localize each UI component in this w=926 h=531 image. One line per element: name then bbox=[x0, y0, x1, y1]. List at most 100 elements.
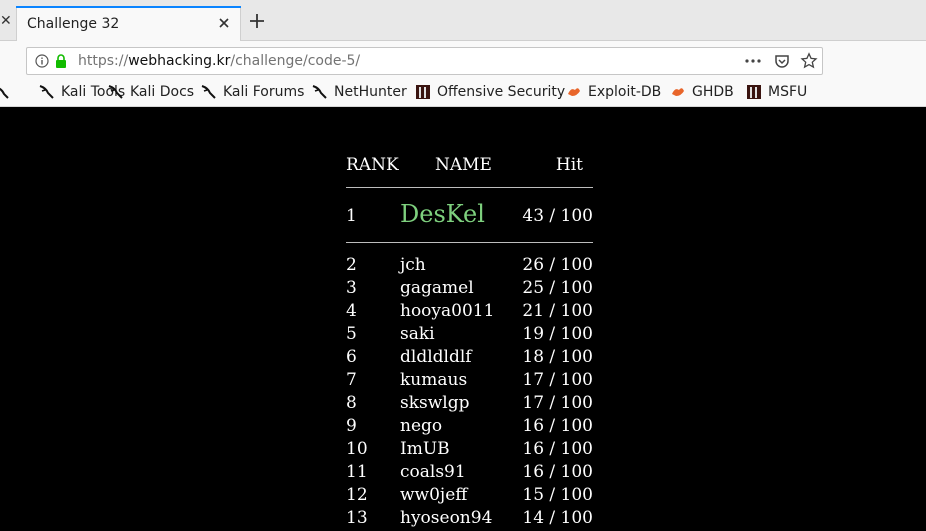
bookmark-partial[interactable] bbox=[0, 83, 16, 101]
name-cell: dldldldlf bbox=[400, 347, 472, 367]
rank-cell: 9 bbox=[346, 416, 357, 436]
bookmark-msfu[interactable]: MSFU bbox=[746, 83, 807, 101]
table-row[interactable]: 8 skswlgp 17 / 100 bbox=[0, 393, 926, 416]
hit-cell: 17 / 100 bbox=[522, 370, 593, 390]
tab-bar: ✕ Challenge 32 bbox=[0, 0, 926, 41]
hit-cell: 15 / 100 bbox=[522, 485, 593, 505]
name-cell: jch bbox=[400, 255, 426, 275]
hit-cell: 17 / 100 bbox=[522, 393, 593, 413]
bookmark-exploit-db[interactable]: Exploit-DB bbox=[566, 83, 661, 101]
exploitdb-icon bbox=[672, 88, 684, 96]
tab-active[interactable]: Challenge 32 bbox=[16, 6, 241, 41]
new-tab-plus-icon[interactable] bbox=[248, 12, 266, 30]
rank-cell: 1 bbox=[346, 206, 357, 226]
url-bar[interactable]: https://webhacking.kr/challenge/code-5/ bbox=[26, 47, 823, 75]
kali-dragon-icon bbox=[0, 87, 9, 99]
close-tab-icon[interactable] bbox=[216, 15, 232, 31]
header-divider bbox=[346, 187, 593, 188]
table-row[interactable]: 6 dldldldlf 18 / 100 bbox=[0, 347, 926, 370]
offsec-icon bbox=[416, 85, 430, 99]
table-row-top[interactable]: 1 DesKel 43 / 100 bbox=[0, 200, 926, 229]
rank-cell: 8 bbox=[346, 393, 357, 413]
kali-dragon-icon bbox=[108, 85, 123, 99]
bookmark-label: GHDB bbox=[692, 84, 734, 100]
hit-cell: 18 / 100 bbox=[522, 347, 593, 367]
hit-cell: 43 / 100 bbox=[522, 206, 593, 226]
rank-cell: 13 bbox=[346, 508, 368, 528]
hit-cell: 25 / 100 bbox=[522, 278, 593, 298]
tab-title: Challenge 32 bbox=[27, 16, 120, 32]
bookmark-kali-forums[interactable]: Kali Forums bbox=[201, 83, 304, 101]
hit-cell: 19 / 100 bbox=[522, 324, 593, 344]
table-row[interactable]: 9 nego 16 / 100 bbox=[0, 416, 926, 439]
rank-cell: 6 bbox=[346, 347, 357, 367]
rank-cell: 7 bbox=[346, 370, 357, 390]
header-name: NAME bbox=[435, 155, 492, 175]
bookmark-label: Kali Docs bbox=[130, 84, 195, 100]
bookmark-ghdb[interactable]: GHDB bbox=[670, 83, 734, 101]
hit-cell: 16 / 100 bbox=[522, 439, 593, 459]
secure-lock-icon[interactable] bbox=[55, 54, 67, 68]
table-row[interactable]: 3 gagamel 25 / 100 bbox=[0, 278, 926, 301]
bookmark-label: Kali Forums bbox=[223, 84, 305, 100]
page-actions-more-icon[interactable] bbox=[743, 54, 763, 68]
navigation-bar: https://webhacking.kr/challenge/code-5/ bbox=[0, 41, 926, 79]
hit-cell: 14 / 100 bbox=[522, 508, 593, 528]
table-row[interactable]: 4 hooya0011 21 / 100 bbox=[0, 301, 926, 324]
rank-cell: 11 bbox=[346, 462, 368, 482]
table-row[interactable]: 2 jch 26 / 100 bbox=[0, 255, 926, 278]
rank-cell: 2 bbox=[346, 255, 357, 275]
table-row[interactable]: 10 ImUB 16 / 100 bbox=[0, 439, 926, 462]
rank-cell: 4 bbox=[346, 301, 357, 321]
kali-dragon-icon bbox=[39, 85, 54, 99]
name-cell: nego bbox=[400, 416, 443, 436]
name-cell: gagamel bbox=[400, 278, 474, 298]
table-row[interactable]: 11 coals91 16 / 100 bbox=[0, 462, 926, 485]
bookmark-label: Offensive Security bbox=[437, 84, 566, 100]
bookmark-kali-docs[interactable]: Kali Docs bbox=[108, 83, 194, 101]
rank-cell: 12 bbox=[346, 485, 368, 505]
name-cell: hyoseon94 bbox=[400, 508, 493, 528]
name-cell: coals91 bbox=[400, 462, 466, 482]
page-content: RANK NAME Hit 1 DesKel 43 / 100 2 jch 26 /… bbox=[0, 107, 926, 528]
url-host: webhacking.kr bbox=[128, 53, 231, 69]
top-divider bbox=[346, 242, 593, 243]
info-icon[interactable] bbox=[35, 54, 49, 68]
name-cell: kumaus bbox=[400, 370, 468, 390]
bookmark-label: Exploit-DB bbox=[588, 84, 662, 100]
name-cell: ImUB bbox=[400, 439, 450, 459]
bookmark-label: MSFU bbox=[768, 84, 808, 100]
bookmark-label: NetHunter bbox=[334, 84, 407, 100]
table-row[interactable]: 13 hyoseon94 14 / 100 bbox=[0, 508, 926, 531]
bookmark-offensive-security[interactable]: Offensive Security bbox=[415, 83, 565, 101]
kali-dragon-icon bbox=[312, 85, 327, 99]
hit-cell: 21 / 100 bbox=[522, 301, 593, 321]
header-hit: Hit bbox=[555, 155, 583, 175]
name-cell: hooya0011 bbox=[400, 301, 495, 321]
bookmark-nethunter[interactable]: NetHunter bbox=[312, 83, 407, 101]
rank-cell: 10 bbox=[346, 439, 368, 459]
url-prefix: https:// bbox=[78, 53, 129, 69]
hit-cell: 16 / 100 bbox=[522, 416, 593, 436]
rank-cell: 3 bbox=[346, 278, 357, 298]
bookmark-star-icon[interactable] bbox=[800, 52, 818, 70]
bookmarks-toolbar: Kali Tools Kali Docs Kali Forums NetHunt… bbox=[0, 79, 926, 107]
hit-cell: 16 / 100 bbox=[522, 462, 593, 482]
pocket-icon[interactable] bbox=[774, 53, 790, 69]
exploitdb-icon bbox=[568, 88, 580, 96]
kali-dragon-icon bbox=[201, 85, 216, 99]
header-rank: RANK bbox=[346, 155, 399, 175]
hit-cell: 26 / 100 bbox=[522, 255, 593, 275]
previous-tab-close-icon[interactable]: ✕ bbox=[0, 14, 12, 28]
name-cell: ww0jeff bbox=[400, 485, 468, 505]
name-cell: DesKel bbox=[400, 200, 485, 228]
table-row[interactable]: 7 kumaus 17 / 100 bbox=[0, 370, 926, 393]
name-cell: skswlgp bbox=[400, 393, 470, 413]
rank-cell: 5 bbox=[346, 324, 357, 344]
table-row[interactable]: 12 ww0jeff 15 / 100 bbox=[0, 485, 926, 508]
name-cell: saki bbox=[400, 324, 435, 344]
url-path: /challenge/code-5/ bbox=[230, 53, 361, 69]
url-text[interactable]: https://webhacking.kr/challenge/code-5/ bbox=[78, 53, 360, 69]
offsec-icon bbox=[747, 85, 761, 99]
table-row[interactable]: 5 saki 19 / 100 bbox=[0, 324, 926, 347]
